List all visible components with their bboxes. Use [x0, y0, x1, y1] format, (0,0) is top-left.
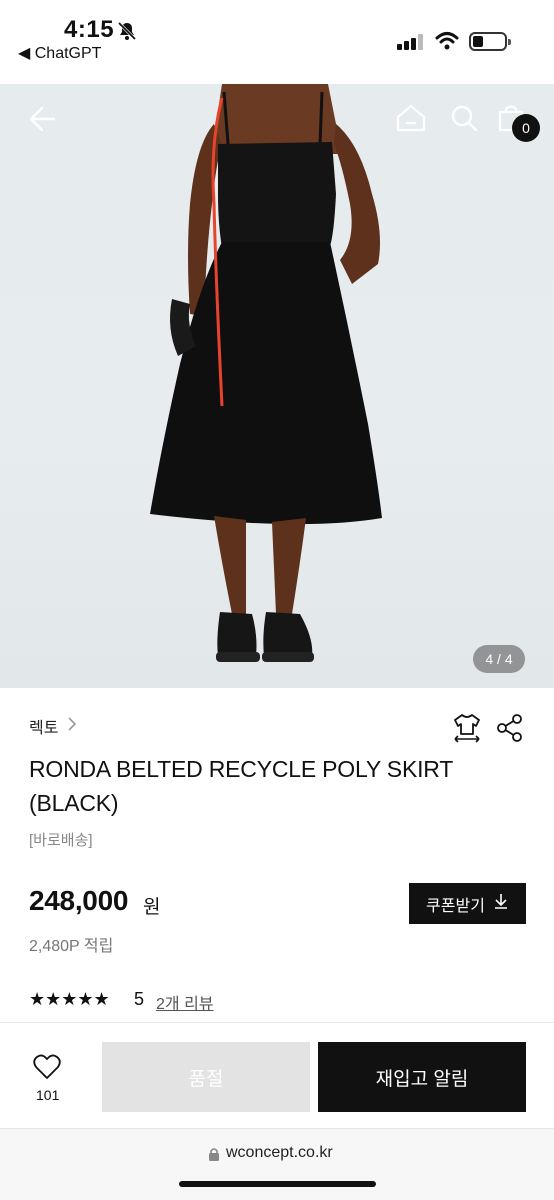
currency-label: 원 [143, 897, 161, 918]
chevron-right-icon[interactable] [66, 716, 78, 737]
wishlist-heart-icon[interactable] [33, 1054, 69, 1085]
home-indicator [179, 1181, 376, 1187]
cart-count-badge: 0 [512, 114, 540, 142]
lock-icon [208, 1147, 220, 1166]
reviews-link[interactable]: 2개 리뷰 [156, 990, 214, 1014]
url-text[interactable]: wconcept.co.kr [226, 1144, 333, 1162]
soldout-button[interactable]: 품절 [102, 1042, 310, 1112]
brand-link[interactable]: 렉토 [29, 714, 58, 738]
delivery-tag: [바로배송] [29, 832, 93, 849]
battery-icon [469, 32, 511, 51]
share-icon[interactable] [496, 714, 524, 747]
wishlist-count: 101 [36, 1087, 60, 1103]
browser-url-bar[interactable] [0, 1128, 554, 1200]
size-guide-icon[interactable] [452, 712, 482, 749]
product-price: 248,000 [29, 885, 129, 916]
star-rating-icon: ★★★★★ [29, 989, 110, 1009]
home-icon[interactable] [396, 104, 426, 137]
status-time: 4:15 [64, 16, 115, 43]
rating-value: 5 [134, 989, 145, 1009]
product-image[interactable] [0, 84, 554, 688]
back-arrow-icon[interactable] [28, 106, 56, 137]
reward-points: 2,480P 적립 [29, 938, 114, 955]
image-counter: 4 / 4 [473, 645, 525, 673]
coupon-download-button[interactable]: 쿠폰받기 [409, 883, 526, 924]
download-icon [493, 893, 509, 914]
back-to-app-link[interactable]: ◀ ChatGPT [18, 43, 101, 63]
status-bar: 4:15 ◀ ChatGPT [0, 0, 554, 84]
coupon-label: 쿠폰받기 [426, 897, 485, 915]
search-icon[interactable] [450, 104, 478, 137]
signal-icon [397, 34, 425, 55]
bell-muted-icon [116, 20, 138, 47]
product-title: RONDA BELTED RECYCLE POLY SKIRT (BLACK) [29, 756, 453, 816]
model-photo [150, 84, 382, 662]
wifi-icon [435, 31, 459, 56]
restock-alert-button[interactable]: 재입고 알림 [318, 1042, 526, 1112]
